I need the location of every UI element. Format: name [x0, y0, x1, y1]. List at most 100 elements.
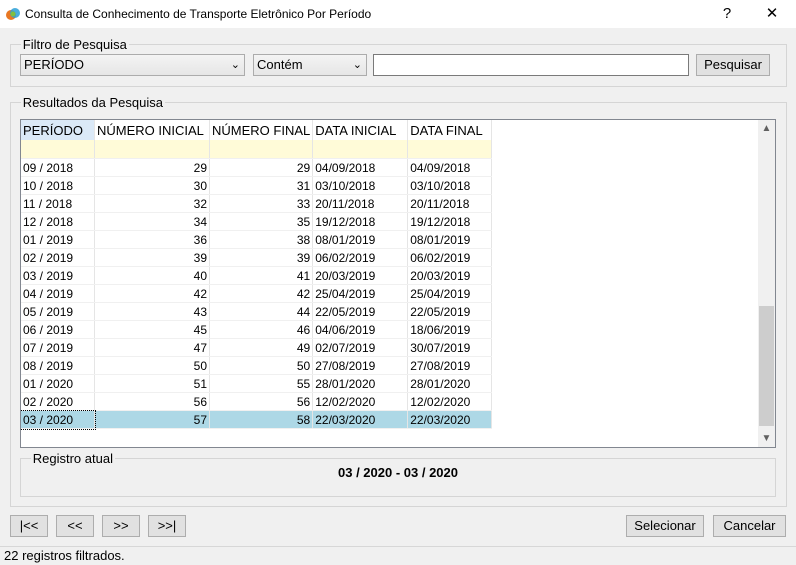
cell-data-final[interactable]: 19/12/2018	[407, 212, 493, 231]
cell-data-inicial[interactable]: 04/09/2018	[312, 158, 409, 177]
column-header-data-final[interactable]: DATA FINAL	[407, 120, 493, 140]
cell-data-inicial[interactable]: 08/01/2019	[312, 230, 409, 249]
table-row[interactable]: 03 / 2020 57 58 22/03/2020 22/03/2020	[21, 409, 493, 430]
cell-data-final[interactable]: 27/08/2019	[407, 356, 493, 375]
cell-periodo[interactable]: 12 / 2018	[21, 212, 95, 231]
column-header-data-inicial[interactable]: DATA INICIAL	[312, 120, 409, 140]
cell-data-inicial[interactable]: 12/02/2020	[312, 392, 409, 411]
cell-numero-final[interactable]: 46	[209, 320, 314, 339]
cell-data-final[interactable]: 12/02/2020	[407, 392, 493, 411]
table-row[interactable]: 08 / 2019 50 50 27/08/2019 27/08/2019	[21, 356, 493, 375]
cell-data-inicial[interactable]: 22/03/2020	[312, 410, 409, 429]
cell-numero-inicial[interactable]: 42	[94, 284, 210, 303]
cell-periodo[interactable]: 07 / 2019	[21, 338, 95, 357]
cell-periodo[interactable]: 03 / 2019	[21, 266, 95, 285]
cell-numero-final[interactable]: 33	[209, 194, 314, 213]
table-row[interactable]: 11 / 2018 32 33 20/11/2018 20/11/2018	[21, 194, 493, 213]
cell-numero-final[interactable]: 42	[209, 284, 314, 303]
next-record-button[interactable]: >>	[102, 515, 140, 537]
table-row[interactable]: 07 / 2019 47 49 02/07/2019 30/07/2019	[21, 338, 493, 357]
cell-numero-final[interactable]: 39	[209, 248, 314, 267]
filter-cell[interactable]	[407, 140, 493, 159]
close-button[interactable]: ✕	[754, 3, 790, 25]
table-row[interactable]: 10 / 2018 30 31 03/10/2018 03/10/2018	[21, 176, 493, 195]
cell-data-final[interactable]: 08/01/2019	[407, 230, 493, 249]
cell-numero-final[interactable]: 41	[209, 266, 314, 285]
cell-periodo[interactable]: 09 / 2018	[21, 158, 95, 177]
cell-data-inicial[interactable]: 02/07/2019	[312, 338, 409, 357]
cell-periodo[interactable]: 02 / 2019	[21, 248, 95, 267]
cell-numero-final[interactable]: 50	[209, 356, 314, 375]
cell-numero-inicial[interactable]: 45	[94, 320, 210, 339]
vertical-scrollbar[interactable]: ▲ ▼	[758, 120, 775, 447]
cell-numero-final[interactable]: 58	[209, 410, 314, 429]
cell-periodo[interactable]: 11 / 2018	[21, 194, 95, 213]
scroll-down-icon[interactable]: ▼	[758, 430, 775, 447]
filter-cell[interactable]	[94, 140, 210, 159]
cell-numero-final[interactable]: 31	[209, 176, 314, 195]
cell-numero-inicial[interactable]: 36	[94, 230, 210, 249]
cell-numero-inicial[interactable]: 32	[94, 194, 210, 213]
scroll-thumb[interactable]	[759, 306, 774, 426]
table-row[interactable]: 06 / 2019 45 46 04/06/2019 18/06/2019	[21, 320, 493, 339]
cell-periodo[interactable]: 10 / 2018	[21, 176, 95, 195]
cell-numero-final[interactable]: 56	[209, 392, 314, 411]
select-button[interactable]: Selecionar	[626, 515, 704, 537]
cell-numero-inicial[interactable]: 39	[94, 248, 210, 267]
cell-numero-inicial[interactable]: 56	[94, 392, 210, 411]
filter-cell[interactable]	[312, 140, 409, 159]
column-header-periodo[interactable]: PERÍODO	[21, 120, 95, 140]
column-header-numero-final[interactable]: NÚMERO FINAL	[209, 120, 314, 140]
cell-numero-final[interactable]: 38	[209, 230, 314, 249]
cell-data-final[interactable]: 06/02/2019	[407, 248, 493, 267]
cell-data-final[interactable]: 22/05/2019	[407, 302, 493, 321]
cell-numero-inicial[interactable]: 40	[94, 266, 210, 285]
cell-numero-inicial[interactable]: 50	[94, 356, 210, 375]
cell-periodo[interactable]: 01 / 2020	[21, 374, 95, 393]
cell-data-inicial[interactable]: 28/01/2020	[312, 374, 409, 393]
search-button[interactable]: Pesquisar	[696, 54, 770, 76]
cell-data-final[interactable]: 03/10/2018	[407, 176, 493, 195]
cell-data-final[interactable]: 22/03/2020	[407, 410, 493, 429]
cell-numero-inicial[interactable]: 51	[94, 374, 210, 393]
cell-data-inicial[interactable]: 27/08/2019	[312, 356, 409, 375]
cell-periodo[interactable]: 01 / 2019	[21, 230, 95, 249]
cell-data-inicial[interactable]: 25/04/2019	[312, 284, 409, 303]
table-row[interactable]: 02 / 2020 56 56 12/02/2020 12/02/2020	[21, 392, 493, 411]
cell-data-inicial[interactable]: 19/12/2018	[312, 212, 409, 231]
cell-data-inicial[interactable]: 20/11/2018	[312, 194, 409, 213]
table-row[interactable]: 03 / 2019 40 41 20/03/2019 20/03/2019	[21, 266, 493, 285]
last-record-button[interactable]: >>|	[148, 515, 186, 537]
cell-numero-final[interactable]: 55	[209, 374, 314, 393]
column-header-numero-inicial[interactable]: NÚMERO INICIAL	[94, 120, 210, 140]
cell-data-inicial[interactable]: 03/10/2018	[312, 176, 409, 195]
cell-numero-final[interactable]: 29	[209, 158, 314, 177]
cell-numero-final[interactable]: 44	[209, 302, 314, 321]
table-row[interactable]: 05 / 2019 43 44 22/05/2019 22/05/2019	[21, 302, 493, 321]
cell-data-final[interactable]: 20/11/2018	[407, 194, 493, 213]
table-row[interactable]: 01 / 2020 51 55 28/01/2020 28/01/2020	[21, 374, 493, 393]
filter-cell[interactable]	[21, 140, 95, 159]
cell-data-inicial[interactable]: 06/02/2019	[312, 248, 409, 267]
field-select[interactable]: PERÍODO ⌄	[20, 54, 245, 76]
table-row[interactable]: 12 / 2018 34 35 19/12/2018 19/12/2018	[21, 212, 493, 231]
cell-data-final[interactable]: 30/07/2019	[407, 338, 493, 357]
cell-data-final[interactable]: 04/09/2018	[407, 158, 493, 177]
table-row[interactable]: 01 / 2019 36 38 08/01/2019 08/01/2019	[21, 230, 493, 249]
cell-numero-inicial[interactable]: 43	[94, 302, 210, 321]
help-button[interactable]: ?	[709, 3, 745, 25]
cell-numero-final[interactable]: 49	[209, 338, 314, 357]
cell-periodo[interactable]: 08 / 2019	[21, 356, 95, 375]
cell-numero-final[interactable]: 35	[209, 212, 314, 231]
cell-data-inicial[interactable]: 04/06/2019	[312, 320, 409, 339]
cell-data-final[interactable]: 25/04/2019	[407, 284, 493, 303]
first-record-button[interactable]: |<<	[10, 515, 48, 537]
cell-periodo[interactable]: 05 / 2019	[21, 302, 95, 321]
results-grid[interactable]: PERÍODO NÚMERO INICIAL NÚMERO FINAL DATA…	[20, 119, 776, 448]
cell-numero-inicial[interactable]: 57	[94, 410, 210, 429]
cell-periodo[interactable]: 03 / 2020	[21, 409, 96, 430]
previous-record-button[interactable]: <<	[56, 515, 94, 537]
cell-periodo[interactable]: 06 / 2019	[21, 320, 95, 339]
cell-numero-inicial[interactable]: 30	[94, 176, 210, 195]
cell-data-inicial[interactable]: 20/03/2019	[312, 266, 409, 285]
